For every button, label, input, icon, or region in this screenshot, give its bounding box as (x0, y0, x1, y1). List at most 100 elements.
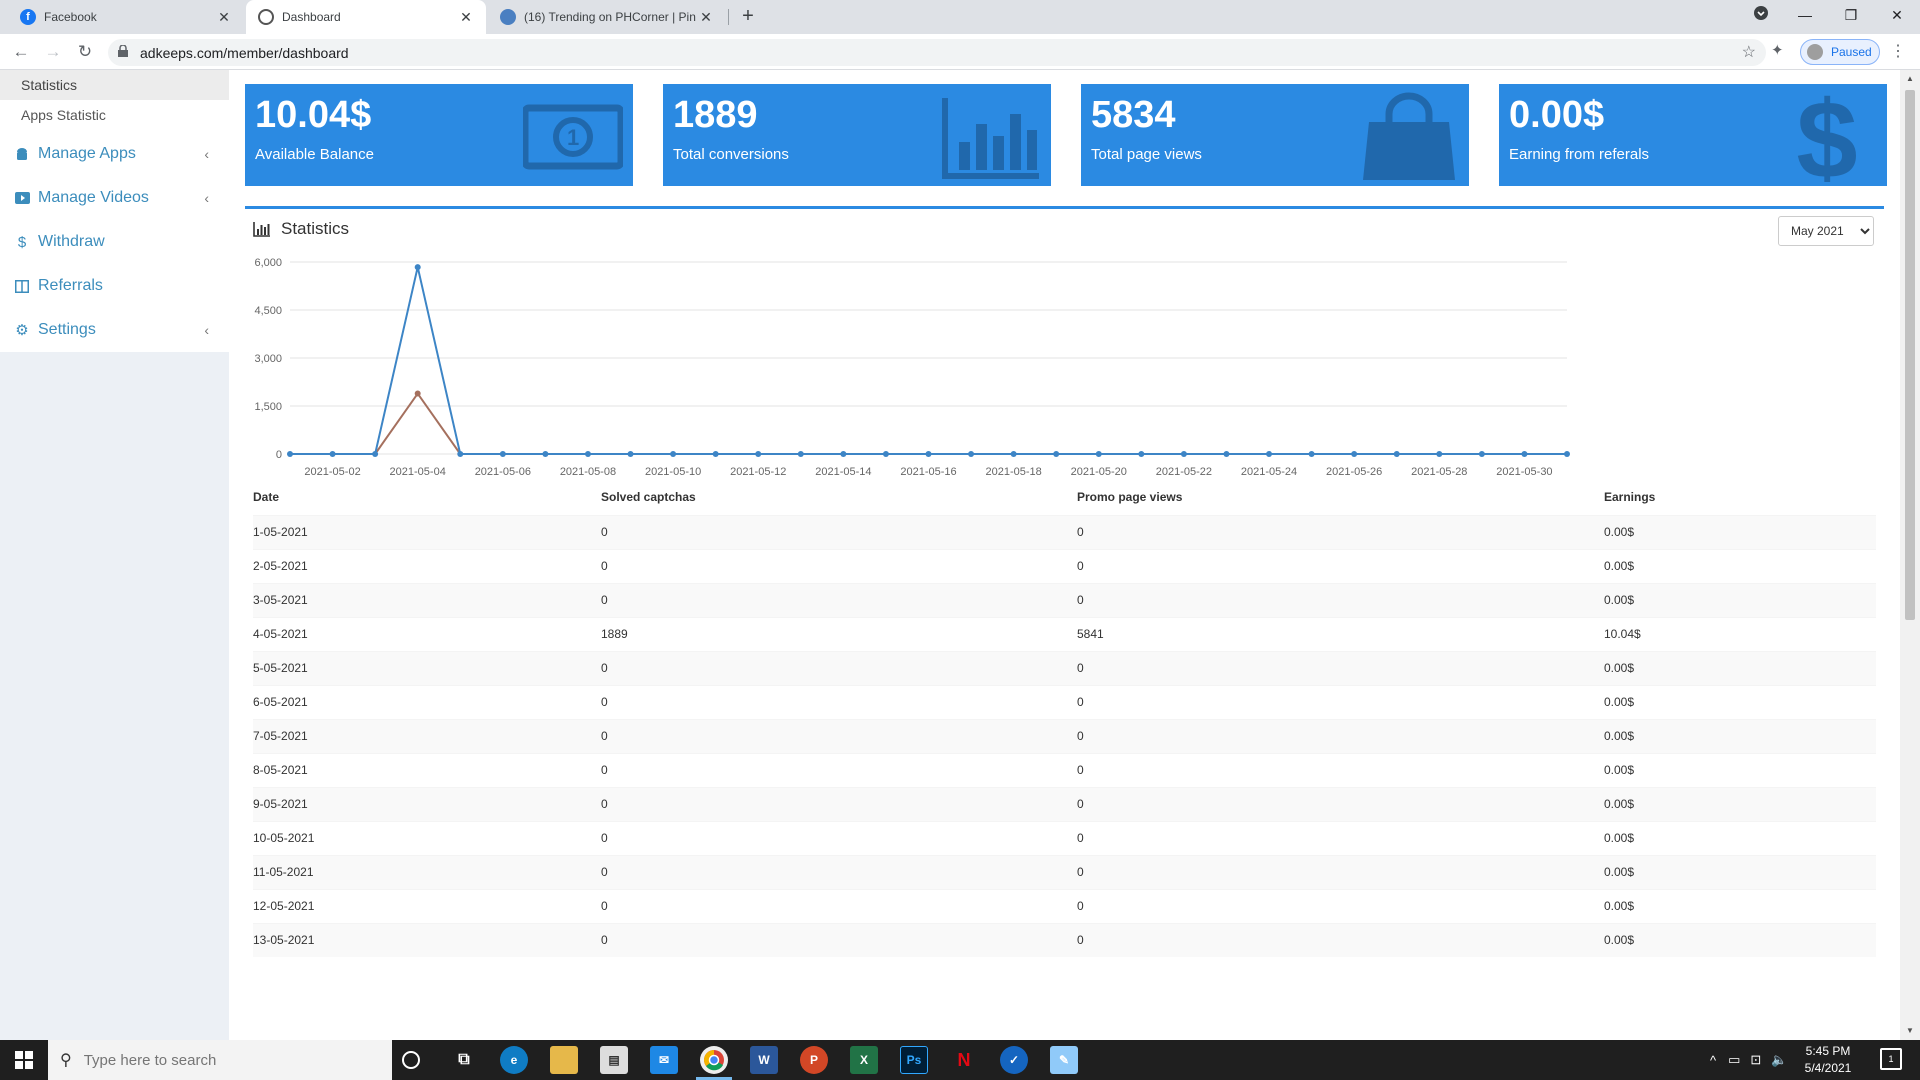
excel-icon[interactable]: X (850, 1046, 878, 1074)
powerpoint-icon[interactable]: P (800, 1046, 828, 1074)
scrollbar-thumb[interactable] (1905, 90, 1915, 620)
y-tick-label: 4,500 (254, 305, 282, 317)
extensions-puzzle-icon[interactable]: ✦ (1771, 41, 1784, 59)
tab-phcorner[interactable]: (16) Trending on PHCorner | Pin ✕ (488, 0, 726, 34)
chrome-page-icon (258, 9, 274, 25)
taskbar-search-box[interactable]: ⚲ (48, 1040, 392, 1080)
cell-promo-page-views: 0 (1077, 514, 1604, 549)
url-input[interactable] (140, 39, 1540, 66)
edge-icon[interactable]: e (500, 1046, 528, 1074)
close-icon[interactable]: ✕ (216, 9, 232, 26)
x-tick-label: 2021-05-22 (1156, 466, 1212, 478)
clock-date: 5/4/2021 (1804, 1061, 1852, 1075)
sidebar-item-manage-apps[interactable]: Manage Apps ‹ (0, 132, 229, 176)
notepad-icon[interactable]: ✎ (1050, 1046, 1078, 1074)
data-point (542, 451, 549, 457)
new-tab-button[interactable]: + (736, 4, 760, 28)
data-point (1223, 451, 1230, 457)
bookmark-star-icon[interactable]: ☆ (1742, 42, 1756, 62)
cell-solved-captchas: 0 (601, 854, 1077, 889)
month-select[interactable]: May 2021 (1778, 216, 1874, 246)
windows-start-button[interactable] (0, 1040, 48, 1080)
task-view-icon[interactable]: ⧉ (450, 1046, 478, 1074)
close-icon[interactable]: ✕ (698, 9, 714, 26)
network-icon[interactable]: ⊡ (1750, 1052, 1761, 1068)
table-row: 11-05-2021 0 0 0.00$ (253, 854, 1876, 889)
tab-title: (16) Trending on PHCorner | Pin (524, 10, 696, 24)
column-header-earnings: Earnings (1604, 479, 1876, 516)
chevron-up-icon[interactable]: ^ (1710, 1053, 1716, 1068)
sidebar-item-withdraw[interactable]: $ Withdraw (0, 220, 229, 264)
card-total-page-views: 5834 Total page views (1081, 84, 1469, 186)
chrome-icon[interactable] (700, 1046, 728, 1074)
scroll-up-arrow-icon[interactable]: ▲ (1906, 74, 1914, 83)
store-icon[interactable]: ▤ (600, 1046, 628, 1074)
card-value: 10.04$ (255, 94, 372, 136)
data-point (287, 451, 293, 457)
sidebar-item-settings[interactable]: ⚙ Settings ‹ (0, 308, 229, 352)
bar-chart-icon (942, 98, 1039, 179)
cell-solved-captchas: 1889 (601, 616, 1077, 651)
scroll-down-arrow-icon[interactable]: ▼ (1906, 1026, 1914, 1035)
table-row: 8-05-2021 0 0 0.00$ (253, 752, 1876, 787)
reload-icon[interactable]: ↻ (73, 40, 97, 64)
tab-search-icon[interactable] (1738, 0, 1784, 30)
taskbar-clock[interactable]: 5:45 PM 5/4/2021 (1790, 1043, 1866, 1077)
tab-title: Facebook (44, 10, 97, 24)
mail-icon[interactable]: ✉ (650, 1046, 678, 1074)
app-icon[interactable]: ✓ (1000, 1046, 1028, 1074)
cell-date: 1-05-2021 (253, 514, 601, 549)
data-point (797, 451, 804, 457)
notification-center-icon[interactable]: 1 (1880, 1048, 1902, 1070)
close-icon[interactable]: ✕ (458, 9, 474, 26)
kebab-menu-icon[interactable]: ⋮ (1890, 41, 1906, 61)
volume-icon[interactable]: 🔈 (1771, 1052, 1787, 1068)
cell-date: 5-05-2021 (253, 650, 601, 685)
column-header-date: Date (253, 479, 601, 516)
minimize-icon[interactable]: — (1782, 0, 1828, 30)
back-arrow-icon[interactable]: ← (9, 40, 33, 64)
x-tick-label: 2021-05-30 (1496, 466, 1552, 478)
cell-solved-captchas: 0 (601, 820, 1077, 855)
cortana-icon[interactable] (402, 1051, 420, 1069)
sidebar-subitem-apps-statistic[interactable]: Apps Statistic (0, 100, 229, 130)
cell-earnings: 0.00$ (1604, 786, 1876, 821)
x-tick-label: 2021-05-26 (1326, 466, 1382, 478)
sidebar-subitem-statistics[interactable]: Statistics (0, 70, 229, 100)
address-bar[interactable]: ☆ (108, 39, 1766, 66)
cell-earnings: 0.00$ (1604, 718, 1876, 753)
svg-text:$: $ (1796, 92, 1857, 182)
restore-icon[interactable]: ❐ (1828, 0, 1874, 30)
browser-tab-strip: f Facebook ✕ Dashboard ✕ (16) Trending o… (0, 0, 1920, 34)
x-tick-label: 2021-05-28 (1411, 466, 1467, 478)
data-point (1053, 451, 1060, 457)
clock-time: 5:45 PM (1805, 1044, 1851, 1058)
photoshop-icon[interactable]: Ps (900, 1046, 928, 1074)
table-row: 4-05-2021 1889 5841 10.04$ (253, 616, 1876, 651)
sidebar-item-manage-videos[interactable]: Manage Videos ‹ (0, 176, 229, 220)
table-row: 2-05-2021 0 0 0.00$ (253, 548, 1876, 583)
notification-count: 1 (1888, 1054, 1894, 1064)
device-icon[interactable]: ▭ (1728, 1052, 1740, 1068)
cell-solved-captchas: 0 (601, 514, 1077, 549)
profile-button[interactable]: Paused (1800, 39, 1880, 65)
taskbar-search-input[interactable] (83, 1051, 364, 1069)
tab-facebook[interactable]: f Facebook ✕ (8, 0, 244, 34)
chevron-left-icon: ‹ (204, 146, 209, 162)
cell-solved-captchas: 0 (601, 684, 1077, 719)
file-explorer-icon[interactable] (550, 1046, 578, 1074)
page-scrollbar[interactable]: ▲ ▼ (1900, 70, 1920, 1040)
window-close-icon[interactable]: ✕ (1874, 0, 1920, 30)
facebook-icon: f (20, 9, 36, 25)
lock-icon (118, 45, 128, 57)
cell-date: 2-05-2021 (253, 548, 601, 583)
forward-arrow-icon[interactable]: → (41, 40, 65, 64)
netflix-icon[interactable]: N (950, 1046, 978, 1074)
tab-dashboard[interactable]: Dashboard ✕ (246, 0, 486, 34)
windows-taskbar: ⚲ ⧉ e ▤ ✉ W P X Ps N ✓ ✎ ^ ▭ ⊡ 🔈 5:45 PM… (0, 1040, 1920, 1080)
sidebar-item-referrals[interactable]: Referrals (0, 264, 229, 308)
data-point (1521, 451, 1528, 457)
word-icon[interactable]: W (750, 1046, 778, 1074)
data-point (1138, 451, 1145, 457)
table-row: 1-05-2021 0 0 0.00$ (253, 514, 1876, 549)
